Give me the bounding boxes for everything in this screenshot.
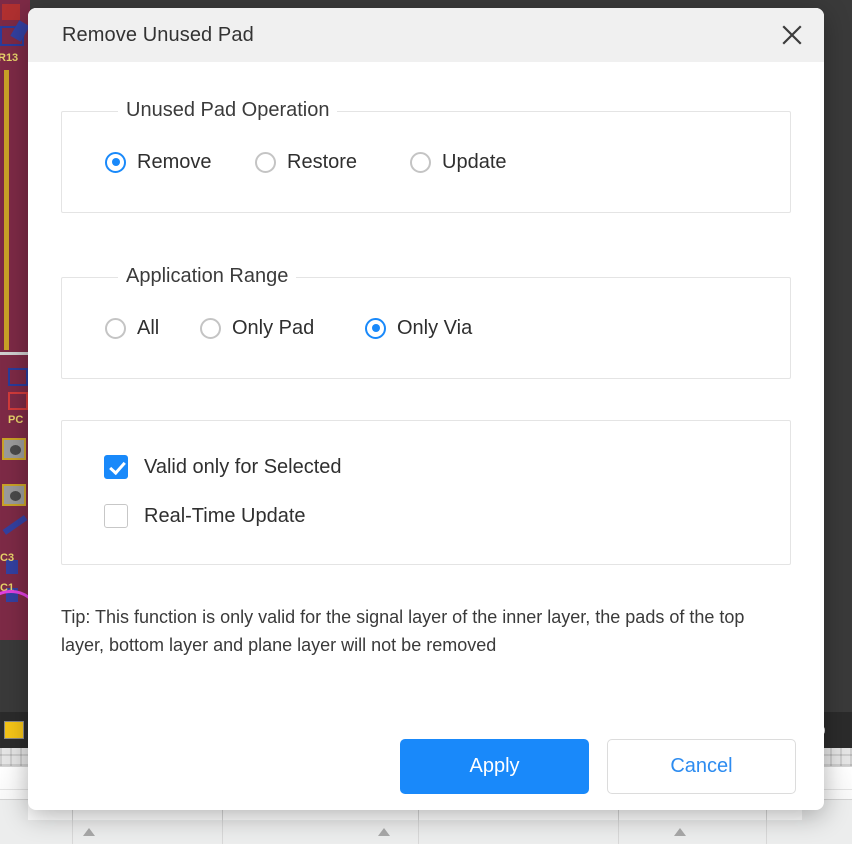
application-range-group: Application Range All Only Pad Only Via	[61, 277, 791, 379]
checkbox-real-time-update[interactable]: Real-Time Update	[104, 504, 790, 528]
group-legend-operation: Unused Pad Operation	[118, 99, 337, 122]
pcb-label-pc: PC	[8, 414, 23, 426]
grid-strip-left	[0, 748, 30, 766]
radio-mark-icon	[200, 318, 221, 339]
radio-label-only-pad: Only Pad	[232, 317, 314, 340]
radio-label-restore: Restore	[287, 151, 357, 174]
remove-unused-pad-dialog: Remove Unused Pad Unused Pad Operation R…	[28, 8, 824, 810]
sort-asc-icon[interactable]	[83, 828, 95, 836]
unused-pad-operation-group: Unused Pad Operation Remove Restore Upda…	[61, 111, 791, 213]
sort-asc-icon[interactable]	[674, 828, 686, 836]
radio-mark-icon	[410, 152, 431, 173]
cancel-button[interactable]: Cancel	[607, 739, 796, 794]
dialog-options-group: Valid only for Selected Real-Time Update	[61, 420, 791, 565]
radio-label-update: Update	[442, 151, 507, 174]
radio-label-all: All	[137, 317, 159, 340]
radio-all[interactable]: All	[105, 317, 200, 340]
checkbox-label-valid-only-for-selected: Valid only for Selected	[144, 456, 342, 479]
checkbox-mark-icon	[104, 455, 128, 479]
dialog-body: Unused Pad Operation Remove Restore Upda…	[28, 111, 824, 659]
screen: R13 PC C3 C1 olo Rem	[0, 0, 852, 844]
dialog-header: Remove Unused Pad	[28, 8, 824, 62]
close-icon[interactable]	[774, 17, 810, 53]
radio-label-only-via: Only Via	[397, 317, 472, 340]
radio-only-pad[interactable]: Only Pad	[200, 317, 365, 340]
checkbox-label-real-time-update: Real-Time Update	[144, 505, 306, 528]
checkbox-mark-icon	[104, 504, 128, 528]
radio-only-via[interactable]: Only Via	[365, 317, 472, 340]
pcb-canvas[interactable]: R13 PC C3 C1	[0, 0, 30, 640]
group-legend-range: Application Range	[118, 265, 296, 288]
tip-text: Tip: This function is only valid for the…	[61, 603, 786, 659]
radio-mark-icon	[365, 318, 386, 339]
dialog-footer: Apply Cancel	[28, 739, 824, 794]
pcb-label-c3: C3	[0, 552, 14, 564]
checkbox-valid-only-for-selected[interactable]: Valid only for Selected	[104, 455, 790, 479]
color-swatch[interactable]	[4, 721, 24, 739]
dialog-title: Remove Unused Pad	[62, 24, 254, 47]
radio-mark-icon	[105, 152, 126, 173]
background-left-dark-strip	[0, 640, 30, 712]
radio-update[interactable]: Update	[410, 151, 507, 174]
radio-mark-icon	[255, 152, 276, 173]
radio-mark-icon	[105, 318, 126, 339]
radio-remove[interactable]: Remove	[105, 151, 255, 174]
radio-restore[interactable]: Restore	[255, 151, 410, 174]
apply-button[interactable]: Apply	[400, 739, 589, 794]
sort-asc-icon[interactable]	[378, 828, 390, 836]
radio-label-remove: Remove	[137, 151, 211, 174]
pcb-label-r13: R13	[0, 52, 18, 64]
